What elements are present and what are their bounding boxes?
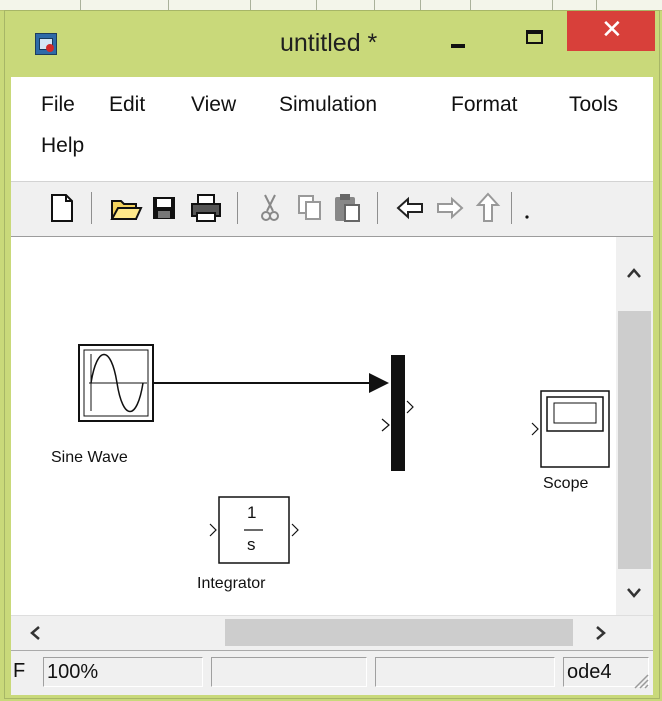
new-icon[interactable]	[47, 191, 77, 225]
vertical-scrollbar[interactable]	[616, 237, 653, 615]
menu-help[interactable]: Help	[41, 134, 84, 158]
status-zoom: 100%	[43, 657, 203, 687]
print-icon[interactable]	[189, 191, 221, 225]
menu-file[interactable]: File	[41, 93, 75, 117]
toolbar-separator	[237, 192, 238, 224]
toolbar	[11, 182, 653, 237]
vertical-scroll-thumb[interactable]	[618, 311, 651, 569]
scroll-left-icon	[30, 626, 40, 640]
scope-label: Scope	[543, 475, 589, 492]
minimize-button[interactable]	[427, 11, 491, 59]
scroll-right-icon	[596, 626, 606, 640]
cut-icon[interactable]	[255, 191, 285, 225]
menu-tools[interactable]: Tools	[569, 93, 618, 117]
diagram-svg	[78, 344, 610, 564]
model-canvas[interactable]: 1 s Sine Wave Integrator Scope	[11, 237, 653, 615]
forward-arrow-icon[interactable]	[435, 191, 465, 225]
status-cell-3	[211, 657, 367, 687]
mux-block[interactable]	[381, 355, 414, 471]
scope-block[interactable]	[531, 390, 610, 468]
simulink-app-icon[interactable]	[35, 33, 57, 55]
integrator-denominator: s	[247, 535, 256, 554]
save-icon[interactable]	[149, 191, 179, 225]
simulink-window: untitled * ✕ File Edit View Simulation F…	[4, 10, 660, 699]
horizontal-scrollbar[interactable]	[11, 615, 653, 651]
scroll-down-icon	[627, 588, 641, 598]
integrator-label: Integrator	[197, 575, 266, 592]
status-bar: F 100% ode4	[11, 651, 653, 695]
toolbar-separator	[91, 192, 92, 224]
up-arrow-icon[interactable]	[473, 191, 503, 225]
sine-wave-block[interactable]	[78, 344, 154, 422]
back-arrow-icon[interactable]	[395, 191, 425, 225]
sine-wave-label: Sine Wave	[51, 449, 128, 466]
integrator-numerator: 1	[247, 503, 257, 522]
signal-arrowhead	[369, 373, 389, 393]
menu-bar: File Edit View Simulation Format Tools H…	[11, 77, 653, 182]
status-left-cell: F	[13, 660, 26, 682]
copy-icon[interactable]	[295, 191, 325, 225]
open-folder-icon[interactable]	[109, 191, 143, 225]
title-bar[interactable]: untitled * ✕	[5, 11, 659, 75]
close-icon: ✕	[601, 14, 623, 44]
maximize-button[interactable]	[499, 11, 563, 59]
close-button[interactable]: ✕	[567, 11, 655, 51]
menu-simulation[interactable]: Simulation	[279, 93, 377, 117]
toolbar-separator	[511, 192, 512, 224]
menu-format[interactable]: Format	[451, 93, 518, 117]
horizontal-scroll-thumb[interactable]	[225, 619, 573, 646]
resize-grip-icon[interactable]	[631, 671, 649, 689]
window-title: untitled *	[280, 29, 378, 57]
scroll-up-icon	[627, 268, 641, 278]
menu-edit[interactable]: Edit	[109, 93, 145, 117]
status-cell-4	[375, 657, 555, 687]
menu-view[interactable]: View	[191, 93, 236, 117]
toolbar-separator	[377, 192, 378, 224]
toolbar-overflow-icon[interactable]	[521, 191, 533, 225]
paste-icon[interactable]	[331, 191, 361, 225]
